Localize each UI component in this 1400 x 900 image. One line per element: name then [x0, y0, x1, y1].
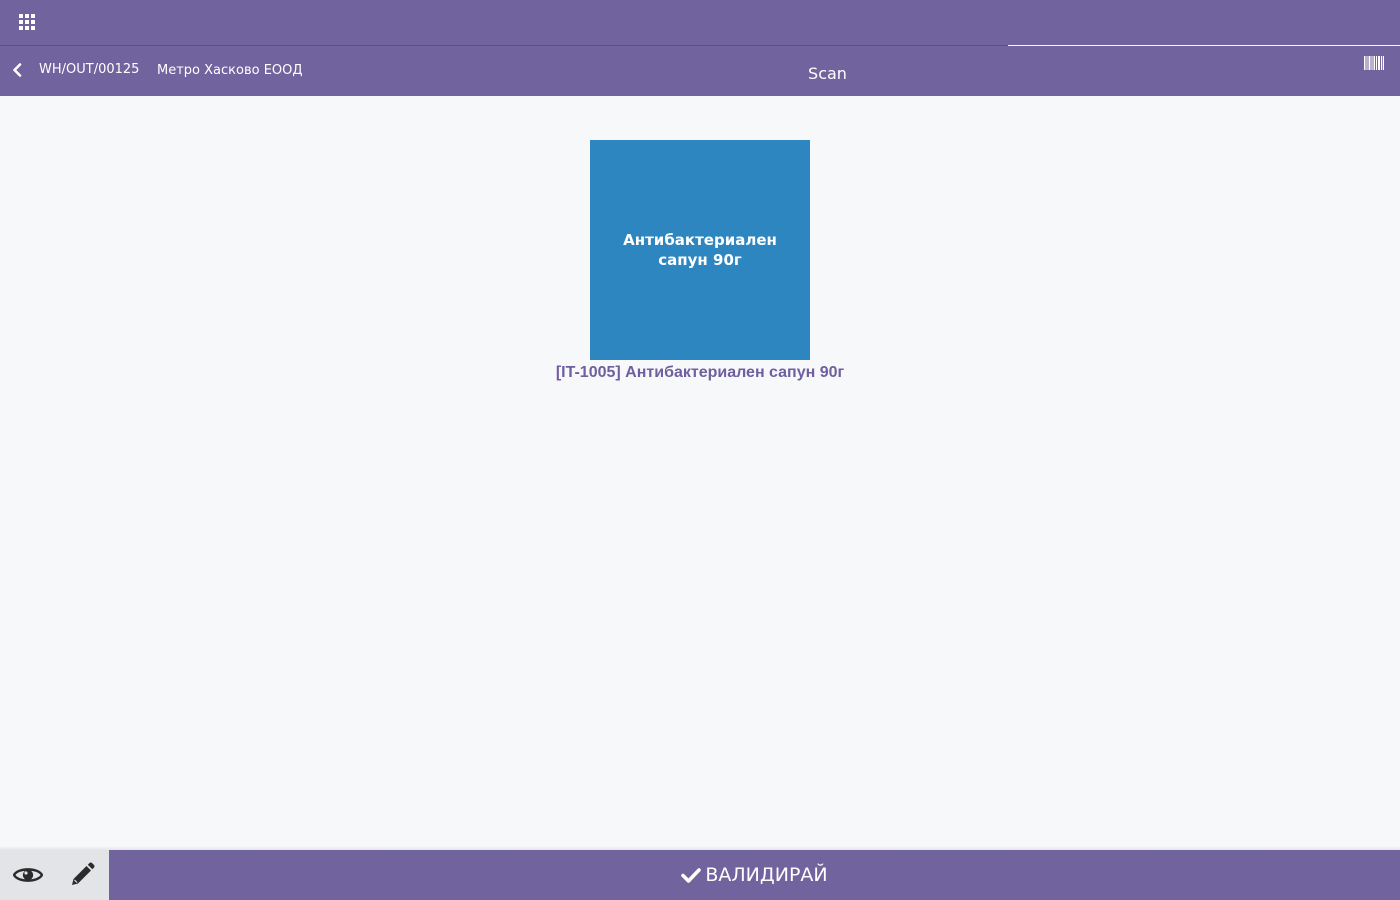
- chevron-left-icon: [13, 63, 22, 77]
- back-button[interactable]: [6, 59, 28, 81]
- partner-name: Метро Хасково ЕООД: [157, 63, 303, 78]
- edit-button[interactable]: [56, 850, 108, 900]
- barcode-icon: [1364, 56, 1384, 70]
- page-title: Scan: [808, 64, 847, 83]
- product-caption: [IT-1005] Антибактериален сапун 90г: [555, 364, 845, 381]
- view-button[interactable]: [2, 850, 54, 900]
- check-icon: [681, 868, 702, 883]
- pencil-icon: [72, 862, 95, 885]
- validate-button[interactable]: ВАЛИДИРАЙ: [109, 850, 1400, 900]
- validate-label: ВАЛИДИРАЙ: [705, 864, 828, 886]
- product-image-text: Антибактериален сапун 90г: [623, 231, 777, 269]
- eye-icon: [13, 868, 43, 882]
- barcode-button[interactable]: [1360, 55, 1388, 71]
- apps-grid-icon: [18, 13, 36, 31]
- top-navbar: [0, 0, 1400, 45]
- apps-menu-button[interactable]: [14, 9, 40, 35]
- product-image-tile[interactable]: Антибактериален сапун 90г: [590, 140, 810, 360]
- picking-header: WH/OUT/00125 Метро Хасково ЕООД Scan: [0, 46, 1400, 96]
- picking-reference: WH/OUT/00125: [39, 62, 140, 77]
